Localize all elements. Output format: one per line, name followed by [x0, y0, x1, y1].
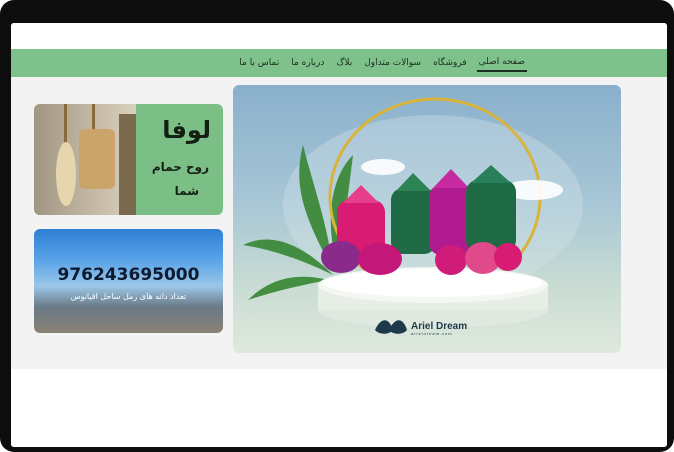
sand-count-number: 976243695000: [57, 265, 200, 285]
device-frame: صفحه اصلی فروشگاه سوالات متداول بلاگ درب…: [0, 0, 674, 452]
brand-logo: Ariel Dream arieldream.com: [411, 321, 467, 336]
loofah-line2: شما: [174, 184, 199, 198]
loofah-illustration: [56, 104, 136, 215]
hero-illustration: [243, 97, 583, 334]
loofah-line1: روح حمام: [151, 160, 209, 174]
nav-menu: صفحه اصلی فروشگاه سوالات متداول بلاگ درب…: [237, 49, 527, 77]
loofah-photo: [34, 104, 136, 215]
lower-section: [11, 369, 667, 447]
browser-viewport: صفحه اصلی فروشگاه سوالات متداول بلاگ درب…: [11, 23, 667, 447]
sand-count-caption: تعداد دانه های رمل ساحل اقیانوس: [70, 292, 187, 301]
promo-card-loofah[interactable]: لوفا روح حمام شما: [34, 104, 223, 215]
hero-banner[interactable]: Ariel Dream arieldream.com: [233, 85, 621, 353]
main-navigation: صفحه اصلی فروشگاه سوالات متداول بلاگ درب…: [11, 49, 667, 77]
nav-item-blog[interactable]: بلاگ: [334, 56, 354, 70]
nav-item-shop[interactable]: فروشگاه: [431, 56, 469, 70]
nav-item-contact[interactable]: تماس با ما: [237, 56, 281, 70]
nav-item-faq[interactable]: سوالات متداول: [362, 56, 423, 70]
brand-url: arieldream.com: [411, 331, 453, 336]
loofah-title: لوفا: [162, 116, 211, 144]
top-bar: [11, 23, 667, 49]
nav-item-home[interactable]: صفحه اصلی: [476, 55, 527, 72]
nav-item-about[interactable]: درباره ما: [289, 56, 326, 70]
main-content: Ariel Dream arieldream.com لوفا روح حمام…: [11, 77, 667, 369]
promo-card-sand[interactable]: 976243695000 تعداد دانه های رمل ساحل اقی…: [34, 229, 223, 333]
